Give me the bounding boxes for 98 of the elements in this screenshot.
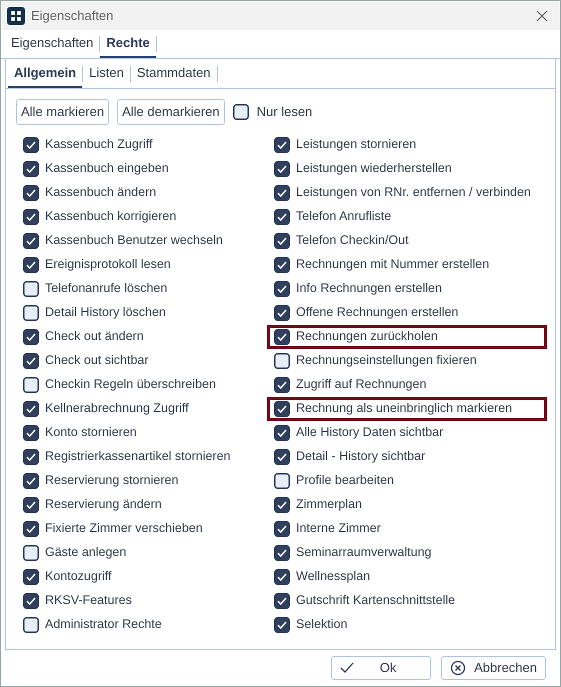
checkbox[interactable]: [23, 256, 39, 272]
checkbox-label: Zimmerplan: [296, 496, 362, 514]
checkbox[interactable]: [274, 376, 290, 392]
checkbox-label: Telefon Checkin/Out: [296, 232, 409, 250]
checkbox[interactable]: [274, 448, 290, 464]
checkbox-label: Kellnerabrechnung Zugriff: [45, 400, 189, 418]
checkbox[interactable]: [23, 160, 39, 176]
checkbox[interactable]: [274, 592, 290, 608]
checkbox-label: Leistungen von RNr. entfernen / verbinden: [296, 184, 531, 202]
checkbox[interactable]: [274, 472, 290, 488]
ok-button[interactable]: Ok: [331, 656, 432, 680]
checkbox-label: Offene Rechnungen erstellen: [296, 304, 458, 322]
checkbox[interactable]: [274, 304, 290, 320]
check-icon: [340, 662, 354, 674]
checkbox-label: Rechnung als uneinbringlich markieren: [296, 400, 512, 418]
checkbox[interactable]: [274, 568, 290, 584]
app-icon: [7, 6, 25, 24]
checkbox-label: Ereignisprotokoll lesen: [45, 256, 171, 274]
checkbox-label: Interne Zimmer: [296, 520, 381, 538]
checkbox-label: Kassenbuch Benutzer wechseln: [45, 232, 223, 250]
checkbox-label: Leistungen wiederherstellen: [296, 160, 452, 178]
checkbox[interactable]: [274, 208, 290, 224]
checkbox[interactable]: [23, 304, 39, 320]
checkbox-label: Alle History Daten sichtbar: [296, 424, 444, 442]
checkbox-label: Kassenbuch Zugriff: [45, 136, 152, 154]
checkbox[interactable]: [23, 496, 39, 512]
checkbox-label: Seminarraumverwaltung: [296, 544, 432, 562]
checkbox-label: Gutschrift Kartenschnittstelle: [296, 592, 456, 610]
checkbox[interactable]: [274, 184, 290, 200]
checkbox-label: Reservierung ändern: [45, 496, 162, 514]
tab[interactable]: Eigenschaften: [5, 30, 100, 58]
checkbox-label: Wellnessplan: [296, 568, 370, 586]
checkbox-label: Check out ändern: [45, 328, 144, 346]
checkbox-label: Detail - History sichtbar: [296, 448, 426, 466]
checkbox-label: Selektion: [296, 616, 348, 634]
checkbox-label: Rechnungen mit Nummer erstellen: [296, 256, 490, 274]
toolbar-button[interactable]: Alle demarkieren: [117, 99, 225, 124]
checkbox-label: Checkin Regeln überschreiben: [45, 376, 216, 394]
checkbox-label: Telefonanrufe löschen: [45, 280, 168, 298]
checkbox[interactable]: [274, 280, 290, 296]
checkbox[interactable]: [23, 520, 39, 536]
checkbox[interactable]: [23, 208, 39, 224]
checkbox[interactable]: [23, 568, 39, 584]
checkbox[interactable]: [23, 352, 39, 368]
checkbox-label: Zugriff auf Rechnungen: [296, 376, 426, 394]
checkbox[interactable]: [23, 592, 39, 608]
checkbox[interactable]: [23, 424, 39, 440]
checkbox[interactable]: [274, 160, 290, 176]
checkbox-label: Reservierung stornieren: [45, 472, 178, 490]
checkbox[interactable]: [274, 136, 290, 152]
checkbox-label: Rechnungen zurückholen: [296, 328, 438, 346]
checkbox[interactable]: [23, 328, 39, 344]
window-title: Eigenschaften: [31, 6, 114, 25]
checkbox-label: Gäste anlegen: [45, 544, 126, 562]
checkbox[interactable]: [274, 424, 290, 440]
checkbox[interactable]: [23, 136, 39, 152]
checkbox-label: Detail History löschen: [45, 304, 166, 322]
checkbox[interactable]: [274, 496, 290, 512]
checkbox[interactable]: [23, 280, 39, 296]
toolbar-button[interactable]: Alle markieren: [16, 99, 110, 124]
checkbox[interactable]: [232, 104, 249, 120]
checkbox[interactable]: [23, 544, 39, 560]
tab[interactable]: Stammdaten: [130, 60, 217, 88]
checkbox[interactable]: [23, 472, 39, 488]
cancel-icon: [450, 660, 466, 676]
checkbox-label: Kontozugriff: [45, 568, 112, 586]
checkbox[interactable]: [23, 376, 39, 392]
checkbox[interactable]: [23, 232, 39, 248]
checkbox-label: Registrierkassenartikel stornieren: [45, 448, 230, 466]
tab[interactable]: Allgemein: [8, 60, 82, 88]
checkbox-label: Check out sichtbar: [45, 352, 149, 370]
tab[interactable]: Listen: [83, 60, 130, 88]
checkbox-label: Telefon Anrufliste: [296, 208, 392, 226]
checkbox-label: Leistungen stornieren: [296, 136, 416, 154]
checkbox[interactable]: [23, 616, 39, 632]
checkbox-label: Info Rechnungen erstellen: [296, 280, 442, 298]
checkbox-label: Rechnungseinstellungen fixieren: [296, 352, 477, 370]
checkbox[interactable]: [274, 328, 290, 344]
checkbox[interactable]: [274, 232, 290, 248]
checkbox-label: RKSV-Features: [45, 592, 132, 610]
checkbox[interactable]: [23, 400, 39, 416]
checkbox-label: Kassenbuch korrigieren: [45, 208, 176, 226]
checkbox[interactable]: [23, 184, 39, 200]
checkbox[interactable]: [274, 544, 290, 560]
checkbox[interactable]: [274, 256, 290, 272]
checkbox-label: Nur lesen: [256, 103, 312, 121]
checkbox-label: Konto stornieren: [45, 424, 137, 442]
checkbox-label: Kassenbuch eingeben: [45, 160, 169, 178]
cancel-button[interactable]: Abbrechen: [441, 656, 546, 680]
checkbox[interactable]: [274, 616, 290, 632]
checkbox-label: Profile bearbeiten: [296, 472, 394, 490]
checkbox-label: Fixierte Zimmer verschieben: [45, 520, 203, 538]
checkbox-label: Administrator Rechte: [45, 616, 162, 634]
checkbox[interactable]: [274, 520, 290, 536]
checkbox-label: Kassenbuch ändern: [45, 184, 156, 202]
checkbox[interactable]: [274, 400, 290, 416]
checkbox[interactable]: [274, 352, 290, 368]
checkbox[interactable]: [23, 448, 39, 464]
